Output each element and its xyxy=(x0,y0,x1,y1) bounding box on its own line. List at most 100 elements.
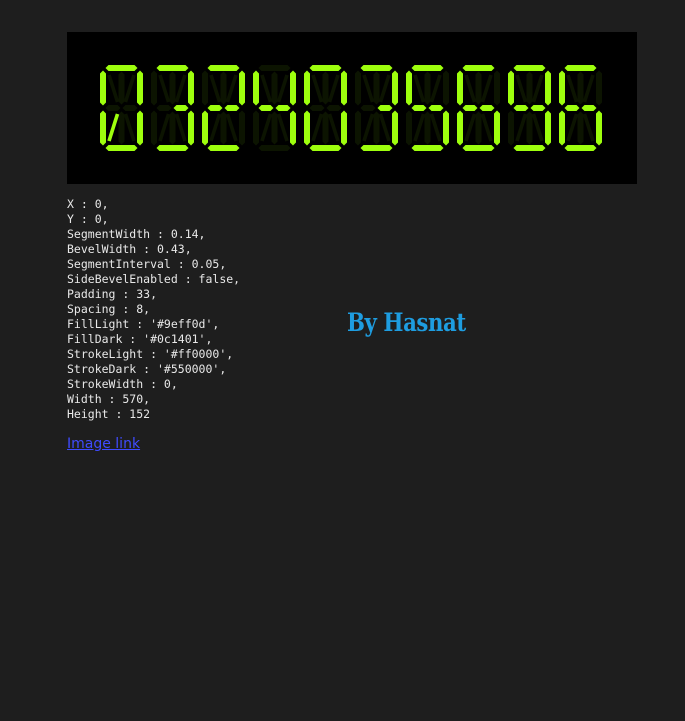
segment-i xyxy=(577,71,584,105)
image-link[interactable]: Image link xyxy=(67,436,140,452)
segment-m xyxy=(378,113,391,142)
segment-l xyxy=(322,111,329,145)
segment-g2 xyxy=(275,105,291,111)
segment-c xyxy=(545,110,551,146)
segment-a xyxy=(309,65,342,71)
segment-b xyxy=(239,70,245,106)
segment-d xyxy=(207,145,240,151)
segment-i xyxy=(424,71,431,105)
segment-f xyxy=(253,70,259,106)
segment-k xyxy=(566,113,579,142)
segment-g1 xyxy=(360,105,376,111)
segment-a xyxy=(207,65,240,71)
segment-i xyxy=(373,71,380,105)
segment-l xyxy=(373,111,380,145)
display-digit xyxy=(457,65,500,151)
segment-h xyxy=(209,74,222,103)
segment-m xyxy=(582,113,595,142)
segment-j xyxy=(429,74,442,103)
segment-c xyxy=(188,110,194,146)
segment-e xyxy=(508,110,514,146)
segment-l xyxy=(220,111,227,145)
segment-f xyxy=(406,70,412,106)
segment-c xyxy=(239,110,245,146)
segment-g1 xyxy=(156,105,172,111)
segment-g2 xyxy=(122,105,138,111)
segment-d xyxy=(309,145,342,151)
segment-m xyxy=(123,113,136,142)
segment-f xyxy=(559,70,565,106)
segment-k xyxy=(464,113,477,142)
segment-g1 xyxy=(513,105,529,111)
segment-b xyxy=(443,70,449,106)
segment-d xyxy=(564,145,597,151)
segment-l xyxy=(118,111,125,145)
segment-d xyxy=(411,145,444,151)
segment-display-canvas xyxy=(100,65,602,151)
segment-g2 xyxy=(377,105,393,111)
config-line: Height : 152 xyxy=(67,407,151,421)
segment-k xyxy=(515,113,528,142)
display-digit xyxy=(406,65,449,151)
segment-h xyxy=(515,74,528,103)
config-line: X : 0, xyxy=(67,197,109,211)
segment-h xyxy=(566,74,579,103)
segment-m xyxy=(429,113,442,142)
segment-l xyxy=(577,111,584,145)
segment-a xyxy=(513,65,546,71)
segment-g1 xyxy=(258,105,274,111)
segment-g2 xyxy=(428,105,444,111)
segment-i xyxy=(118,71,125,105)
segment-e xyxy=(355,110,361,146)
segment-i xyxy=(322,71,329,105)
segment-d xyxy=(105,145,138,151)
config-line: FillLight : '#9eff0d', xyxy=(67,317,220,331)
segment-m xyxy=(327,113,340,142)
segment-g2 xyxy=(479,105,495,111)
segment-g2 xyxy=(326,105,342,111)
segment-i xyxy=(220,71,227,105)
display-digit xyxy=(202,65,245,151)
segment-a xyxy=(564,65,597,71)
segment-b xyxy=(596,70,602,106)
display-digit xyxy=(508,65,551,151)
segment-h xyxy=(107,74,120,103)
segment-l xyxy=(424,111,431,145)
segment-b xyxy=(545,70,551,106)
segment-k xyxy=(362,113,375,142)
segment-j xyxy=(327,74,340,103)
segment-g1 xyxy=(207,105,223,111)
config-line: Spacing : 8, xyxy=(67,302,151,316)
config-line: SegmentWidth : 0.14, xyxy=(67,227,206,241)
segment-f xyxy=(355,70,361,106)
segment-b xyxy=(137,70,143,106)
segment-b xyxy=(188,70,194,106)
segment-b xyxy=(341,70,347,106)
segment-i xyxy=(169,71,176,105)
display-digit xyxy=(355,65,398,151)
config-line: SideBevelEnabled : false, xyxy=(67,272,241,286)
segment-a xyxy=(258,65,291,71)
segment-m xyxy=(276,113,289,142)
segment-g2 xyxy=(224,105,240,111)
segment-f xyxy=(202,70,208,106)
display-digit xyxy=(304,65,347,151)
segment-g2 xyxy=(581,105,597,111)
display-digit xyxy=(559,65,602,151)
segment-a xyxy=(411,65,444,71)
segment-g1 xyxy=(105,105,121,111)
segment-e xyxy=(406,110,412,146)
segment-e xyxy=(202,110,208,146)
config-line: FillDark : '#0c1401', xyxy=(67,332,213,346)
segment-f xyxy=(457,70,463,106)
segment-g1 xyxy=(411,105,427,111)
config-line: SegmentInterval : 0.05, xyxy=(67,257,227,271)
segment-l xyxy=(271,111,278,145)
segment-j xyxy=(174,74,187,103)
segment-h xyxy=(413,74,426,103)
config-line: Padding : 33, xyxy=(67,287,158,301)
segment-f xyxy=(100,70,106,106)
segment-b xyxy=(494,70,500,106)
segment-a xyxy=(156,65,189,71)
config-line: Width : 570, xyxy=(67,392,151,406)
